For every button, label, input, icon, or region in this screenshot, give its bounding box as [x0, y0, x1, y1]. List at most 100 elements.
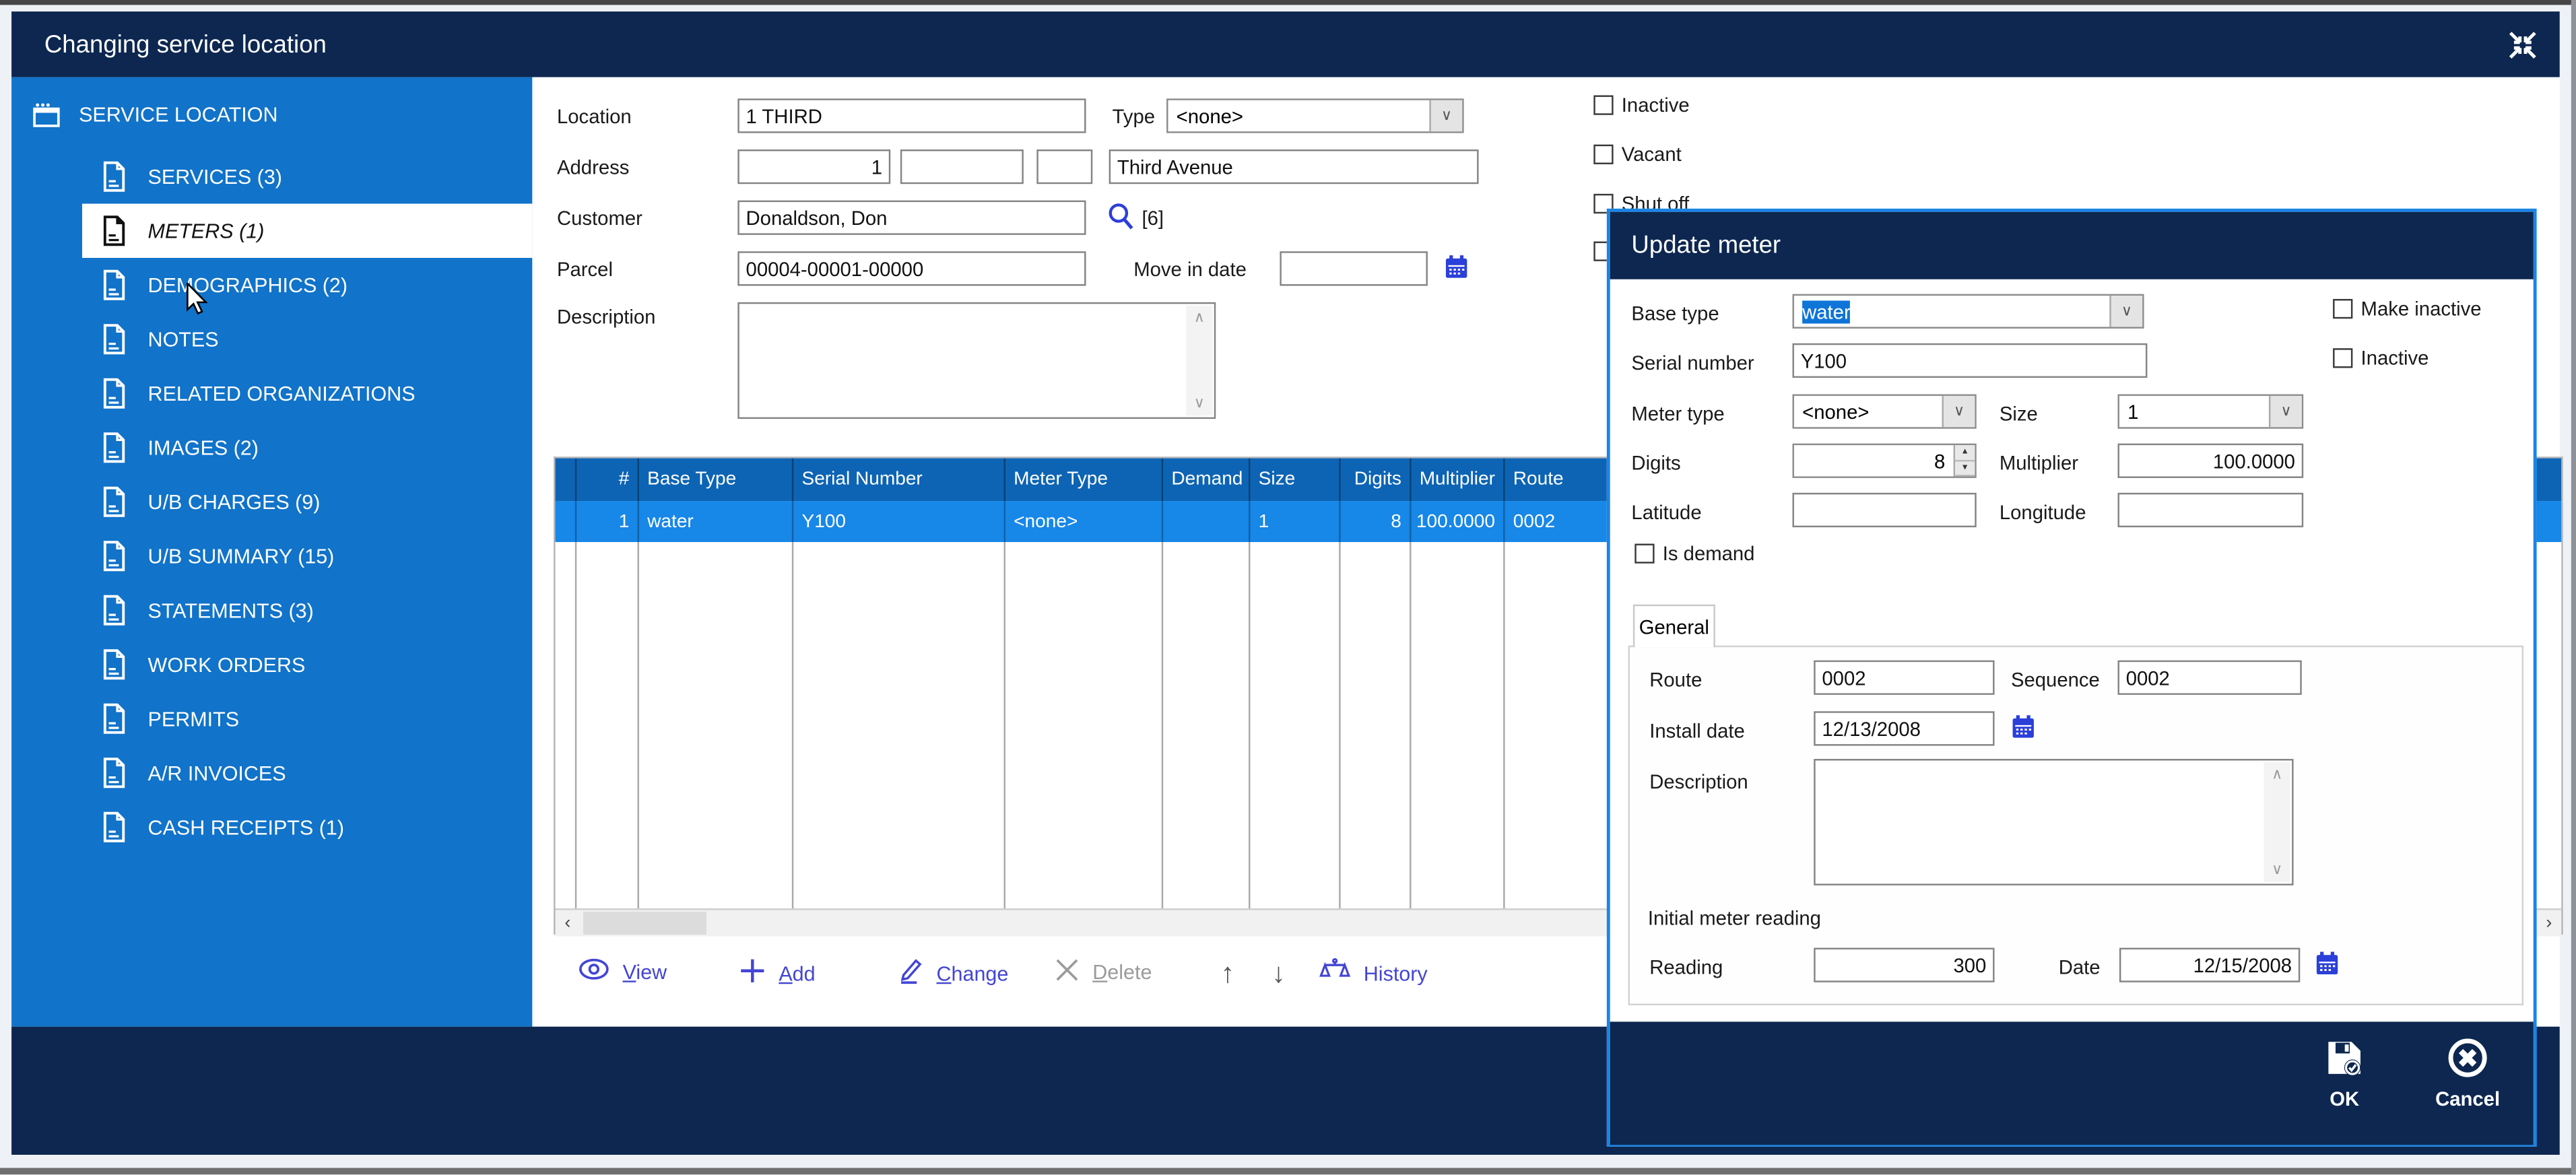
location-input[interactable]: 1 THIRD — [737, 98, 1086, 133]
address-field3-input[interactable] — [1036, 149, 1092, 184]
reading-input[interactable]: 300 — [1814, 948, 1994, 982]
sidebar-item-u-b-summary-15[interactable]: U/B SUMMARY (15) — [11, 529, 532, 584]
arrow-down-button[interactable]: ↓ — [1272, 958, 1286, 991]
grid-cell[interactable]: 8 — [1341, 501, 1412, 542]
sidebar-item-services-3[interactable]: SERVICES (3) — [11, 149, 532, 204]
scroll-right-icon[interactable]: › — [2537, 910, 2562, 936]
textarea-scrollbar[interactable]: ∧∨ — [1186, 306, 1212, 415]
history-button[interactable]: History — [1319, 958, 1428, 988]
sidebar-item-a-r-invoices[interactable]: A/R INVOICES — [11, 746, 532, 801]
address-field2-input[interactable] — [900, 149, 1024, 184]
digits-label: Digits — [1631, 452, 1680, 475]
latitude-input[interactable] — [1792, 493, 1976, 527]
cancel-button[interactable]: Cancel — [2422, 1036, 2514, 1110]
grid-column-header[interactable]: Serial Number — [793, 459, 1005, 501]
scroll-left-icon[interactable]: ‹ — [556, 910, 581, 936]
grid-cell[interactable]: <none> — [1005, 501, 1163, 542]
sidebar-item-notes[interactable]: NOTES — [11, 312, 532, 367]
meter-type-select[interactable]: <none> ∨ — [1792, 394, 1976, 428]
search-icon[interactable] — [1107, 202, 1135, 232]
window-icon — [33, 102, 61, 128]
sidebar-item-work-orders[interactable]: WORK ORDERS — [11, 638, 532, 692]
grid-column-line — [575, 542, 576, 908]
change-button[interactable]: Change — [897, 958, 1008, 988]
grid-column-header[interactable]: Route — [1505, 459, 1620, 501]
grid-cell[interactable]: 100.0000 — [1412, 501, 1505, 542]
move-in-date-label: Move in date — [1133, 258, 1247, 281]
date-label: Date — [2059, 956, 2101, 979]
grid-cell[interactable]: water — [639, 501, 793, 542]
view-button[interactable]: View — [579, 958, 667, 985]
grid-column-header[interactable]: Digits — [1341, 459, 1412, 501]
chevron-down-icon[interactable]: ∨ — [2269, 396, 2302, 427]
sidebar-item-demographics-2[interactable]: DEMOGRAPHICS (2) — [11, 258, 532, 312]
grid-column-header[interactable]: Demand — [1163, 459, 1250, 501]
type-select[interactable]: <none> ∨ — [1166, 98, 1464, 133]
customer-input[interactable]: Donaldson, Don — [737, 201, 1086, 235]
dialog-description-textarea[interactable]: ∧∨ — [1814, 759, 2293, 885]
toolbar-button-label: Add — [779, 962, 815, 984]
arrow-up-button[interactable]: ↑ — [1221, 958, 1235, 991]
grid-cell[interactable]: 1 — [576, 501, 639, 542]
grid-column-header[interactable]: Base Type — [639, 459, 793, 501]
serial-number-input[interactable]: Y100 — [1792, 343, 2147, 378]
sequence-input[interactable]: 0002 — [2118, 661, 2302, 695]
calendar-icon[interactable] — [2011, 714, 2036, 739]
sidebar-item-u-b-charges-9[interactable]: U/B CHARGES (9) — [11, 475, 532, 529]
sidebar-root-service-location[interactable]: SERVICE LOCATION — [11, 90, 532, 139]
install-date-input[interactable]: 12/13/2008 — [1814, 711, 1994, 745]
eye-icon — [579, 958, 609, 985]
tab-general[interactable]: General — [1633, 605, 1715, 647]
sidebar-item-meters-1[interactable]: METERS (1) — [82, 203, 532, 258]
grid-column-header[interactable]: Meter Type — [1005, 459, 1163, 501]
compress-icon[interactable] — [2509, 31, 2536, 59]
inactive-checkbox[interactable]: Inactive — [2333, 347, 2429, 370]
titlebar: Changing service location — [11, 11, 2560, 77]
grid-column-header[interactable] — [556, 459, 577, 501]
grid-column-header[interactable]: Size — [1250, 459, 1340, 501]
route-input[interactable]: 0002 — [1814, 661, 1994, 695]
grid-cell[interactable] — [1163, 501, 1250, 542]
is-demand-checkbox[interactable]: Is demand — [1634, 542, 1754, 565]
calendar-icon[interactable] — [1444, 255, 1469, 279]
parcel-input[interactable]: 00004-00001-00000 — [737, 251, 1086, 286]
base-type-select[interactable]: water ∨ — [1792, 294, 2144, 329]
grid-cell[interactable]: 0002 — [1505, 501, 1620, 542]
sidebar-item-images-2[interactable]: IMAGES (2) — [11, 421, 532, 475]
date-input[interactable]: 12/15/2008 — [2119, 948, 2300, 982]
address-street-input[interactable]: Third Avenue — [1109, 149, 1479, 184]
grid-cell[interactable]: 1 — [1250, 501, 1340, 542]
ok-button[interactable]: OK — [2299, 1036, 2391, 1110]
calendar-icon[interactable] — [2315, 951, 2340, 976]
size-select[interactable]: 1 ∨ — [2118, 394, 2304, 428]
toolbar-button-label: History — [1364, 962, 1428, 984]
multiplier-input[interactable]: 100.0000 — [2118, 444, 2304, 478]
digits-stepper[interactable]: 8 ▲▼ — [1792, 444, 1976, 478]
grid-cell[interactable]: Y100 — [793, 501, 1005, 542]
sidebar-item-label: SERVICES (3) — [148, 165, 282, 188]
make-inactive-checkbox[interactable]: Make inactive — [2333, 298, 2481, 321]
chevron-down-icon[interactable]: ∨ — [2109, 296, 2142, 327]
add-button[interactable]: Add — [739, 958, 816, 988]
sidebar-item-cash-receipts-1[interactable]: CASH RECEIPTS (1) — [11, 800, 532, 854]
grid-column-header[interactable]: Multiplier — [1412, 459, 1505, 501]
grid-column-header[interactable]: # — [576, 459, 639, 501]
move-in-date-input[interactable] — [1280, 251, 1428, 286]
longitude-input[interactable] — [2118, 493, 2304, 527]
scrollbar-thumb[interactable] — [583, 912, 706, 935]
address-number-input[interactable]: 1 — [737, 149, 890, 184]
chevron-down-icon[interactable]: ∨ — [1942, 396, 1975, 427]
vacant-checkbox[interactable]: Vacant — [1593, 143, 1681, 166]
sidebar-item-statements-3[interactable]: STATEMENTS (3) — [11, 583, 532, 638]
chevron-down-icon[interactable]: ∨ — [1429, 100, 1462, 131]
spinner-buttons[interactable]: ▲▼ — [1954, 445, 1975, 476]
delete-button[interactable]: Delete — [1055, 958, 1152, 987]
inactive-checkbox[interactable]: Inactive — [1593, 94, 1689, 116]
grid-cell[interactable] — [556, 501, 577, 542]
textarea-scrollbar[interactable]: ∧∨ — [2264, 762, 2290, 882]
base-type-label: Base type — [1631, 302, 1719, 325]
sidebar-item-permits[interactable]: PERMITS — [11, 692, 532, 746]
sidebar-item-related-organizations[interactable]: RELATED ORGANIZATIONS — [11, 366, 532, 421]
description-textarea[interactable]: ∧∨ — [737, 302, 1216, 419]
document-icon — [102, 486, 127, 517]
